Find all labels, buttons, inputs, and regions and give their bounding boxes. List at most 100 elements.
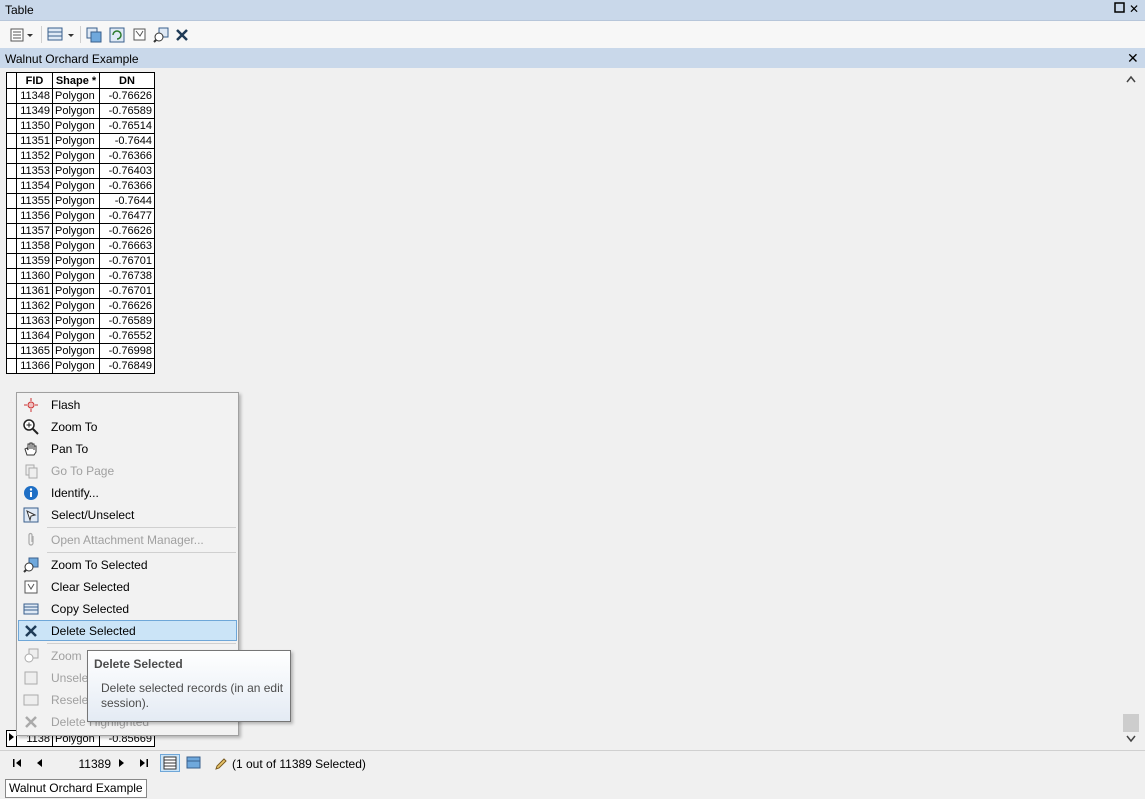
- cell-dn[interactable]: -0.76366: [99, 148, 155, 164]
- cell-dn[interactable]: -0.76701: [99, 283, 155, 299]
- menu-item-zoom-to-selected[interactable]: Zoom To Selected: [18, 554, 237, 575]
- vertical-scrollbar[interactable]: [1122, 70, 1140, 747]
- cell-fid[interactable]: 11361: [16, 283, 53, 299]
- row-selector[interactable]: [6, 148, 17, 164]
- cell-fid[interactable]: 11360: [16, 268, 53, 284]
- delete-selected-button[interactable]: [174, 26, 190, 43]
- cell-dn[interactable]: -0.76849: [99, 358, 155, 374]
- next-record-icon[interactable]: [118, 758, 126, 771]
- cell-fid[interactable]: 11362: [16, 298, 53, 314]
- cell-fid[interactable]: 11366: [16, 358, 53, 374]
- row-selector[interactable]: [6, 178, 17, 194]
- cell-dn[interactable]: -0.76589: [99, 313, 155, 329]
- menu-item-clear-selected[interactable]: Clear Selected: [18, 576, 237, 597]
- row-selector[interactable]: [6, 118, 17, 134]
- table-row[interactable]: 11351 Polygon -0.7644: [6, 133, 155, 149]
- table-row[interactable]: 11352 Polygon -0.76366: [6, 148, 155, 164]
- cell-fid[interactable]: 11358: [16, 238, 53, 254]
- related-tables-button[interactable]: [46, 26, 76, 43]
- show-selected-records-button[interactable]: [185, 755, 203, 774]
- row-selector[interactable]: [6, 133, 17, 149]
- menu-item-identify[interactable]: Identify...: [18, 482, 237, 503]
- cell-fid[interactable]: 11363: [16, 313, 53, 329]
- cell-fid[interactable]: 11359: [16, 253, 53, 269]
- column-header-dn[interactable]: DN: [99, 72, 155, 89]
- close-icon[interactable]: ✕: [1127, 2, 1141, 16]
- menu-item-flash[interactable]: Flash: [18, 394, 237, 415]
- switch-selection-button[interactable]: [108, 26, 126, 43]
- cell-dn[interactable]: -0.76403: [99, 163, 155, 179]
- cell-fid[interactable]: 11354: [16, 178, 53, 194]
- cell-dn[interactable]: -0.76514: [99, 118, 155, 134]
- cell-shape[interactable]: Polygon: [52, 148, 100, 164]
- clear-selection-button[interactable]: [131, 26, 149, 43]
- row-selector[interactable]: [6, 223, 17, 239]
- row-selector-header[interactable]: [6, 72, 17, 89]
- row-selector[interactable]: [6, 193, 17, 209]
- table-row[interactable]: 11350 Polygon -0.76514: [6, 118, 155, 134]
- row-selector[interactable]: [6, 253, 17, 269]
- cell-dn[interactable]: -0.76477: [99, 208, 155, 224]
- row-selector[interactable]: [6, 313, 17, 329]
- menu-item-zoom-to[interactable]: Zoom To: [18, 416, 237, 437]
- table-row[interactable]: 11357 Polygon -0.76626: [6, 223, 155, 239]
- cell-shape[interactable]: Polygon: [52, 103, 100, 119]
- cell-shape[interactable]: Polygon: [52, 358, 100, 374]
- cell-shape[interactable]: Polygon: [52, 298, 100, 314]
- table-row[interactable]: 11348 Polygon -0.76626: [6, 88, 155, 104]
- column-header-fid[interactable]: FID: [16, 72, 53, 89]
- cell-dn[interactable]: -0.7644: [99, 193, 155, 209]
- table-row[interactable]: 11363 Polygon -0.76589: [6, 313, 155, 329]
- cell-dn[interactable]: -0.76738: [99, 268, 155, 284]
- row-selector[interactable]: [6, 88, 17, 104]
- cell-shape[interactable]: Polygon: [52, 238, 100, 254]
- row-selector[interactable]: [6, 328, 17, 344]
- row-selector-current[interactable]: [6, 730, 17, 747]
- row-selector[interactable]: [6, 103, 17, 119]
- cell-fid[interactable]: 11352: [16, 148, 53, 164]
- cell-shape[interactable]: Polygon: [52, 313, 100, 329]
- cell-fid[interactable]: 11365: [16, 343, 53, 359]
- table-row[interactable]: 11356 Polygon -0.76477: [6, 208, 155, 224]
- previous-record-icon[interactable]: [35, 758, 43, 771]
- cell-shape[interactable]: Polygon: [52, 208, 100, 224]
- cell-fid[interactable]: 11357: [16, 223, 53, 239]
- close-table-icon[interactable]: ✕: [1127, 50, 1139, 67]
- row-selector[interactable]: [6, 298, 17, 314]
- table-row[interactable]: 11366 Polygon -0.76849: [6, 358, 155, 374]
- maximize-icon[interactable]: [1112, 2, 1126, 16]
- row-selector[interactable]: [6, 163, 17, 179]
- row-selector[interactable]: [6, 358, 17, 374]
- last-record-icon[interactable]: [139, 758, 150, 771]
- select-by-attributes-button[interactable]: [85, 26, 103, 43]
- cell-dn[interactable]: -0.76366: [99, 178, 155, 194]
- cell-dn[interactable]: -0.76701: [99, 253, 155, 269]
- cell-dn[interactable]: -0.76663: [99, 238, 155, 254]
- table-row[interactable]: 11360 Polygon -0.76738: [6, 268, 155, 284]
- cell-dn[interactable]: -0.7644: [99, 133, 155, 149]
- cell-dn[interactable]: -0.76589: [99, 103, 155, 119]
- zoom-to-selected-button[interactable]: [152, 26, 170, 43]
- cell-shape[interactable]: Polygon: [52, 163, 100, 179]
- cell-fid[interactable]: 11356: [16, 208, 53, 224]
- table-options-button[interactable]: [8, 26, 36, 43]
- table-row[interactable]: 11355 Polygon -0.7644: [6, 193, 155, 209]
- row-selector[interactable]: [6, 283, 17, 299]
- cell-shape[interactable]: Polygon: [52, 118, 100, 134]
- current-record-field[interactable]: 11389: [63, 757, 111, 771]
- cell-fid[interactable]: 11350: [16, 118, 53, 134]
- first-record-icon[interactable]: [12, 758, 23, 771]
- cell-dn[interactable]: -0.76626: [99, 223, 155, 239]
- table-row[interactable]: 11354 Polygon -0.76366: [6, 178, 155, 194]
- cell-shape[interactable]: Polygon: [52, 253, 100, 269]
- row-selector[interactable]: [6, 208, 17, 224]
- cell-shape[interactable]: Polygon: [52, 133, 100, 149]
- cell-shape[interactable]: Polygon: [52, 178, 100, 194]
- table-row[interactable]: 11353 Polygon -0.76403: [6, 163, 155, 179]
- cell-shape[interactable]: Polygon: [52, 88, 100, 104]
- table-row[interactable]: 11359 Polygon -0.76701: [6, 253, 155, 269]
- cell-dn[interactable]: -0.76626: [99, 298, 155, 314]
- table-row[interactable]: 11349 Polygon -0.76589: [6, 103, 155, 119]
- table-row[interactable]: 11362 Polygon -0.76626: [6, 298, 155, 314]
- menu-item-delete-selected[interactable]: Delete Selected: [18, 620, 237, 641]
